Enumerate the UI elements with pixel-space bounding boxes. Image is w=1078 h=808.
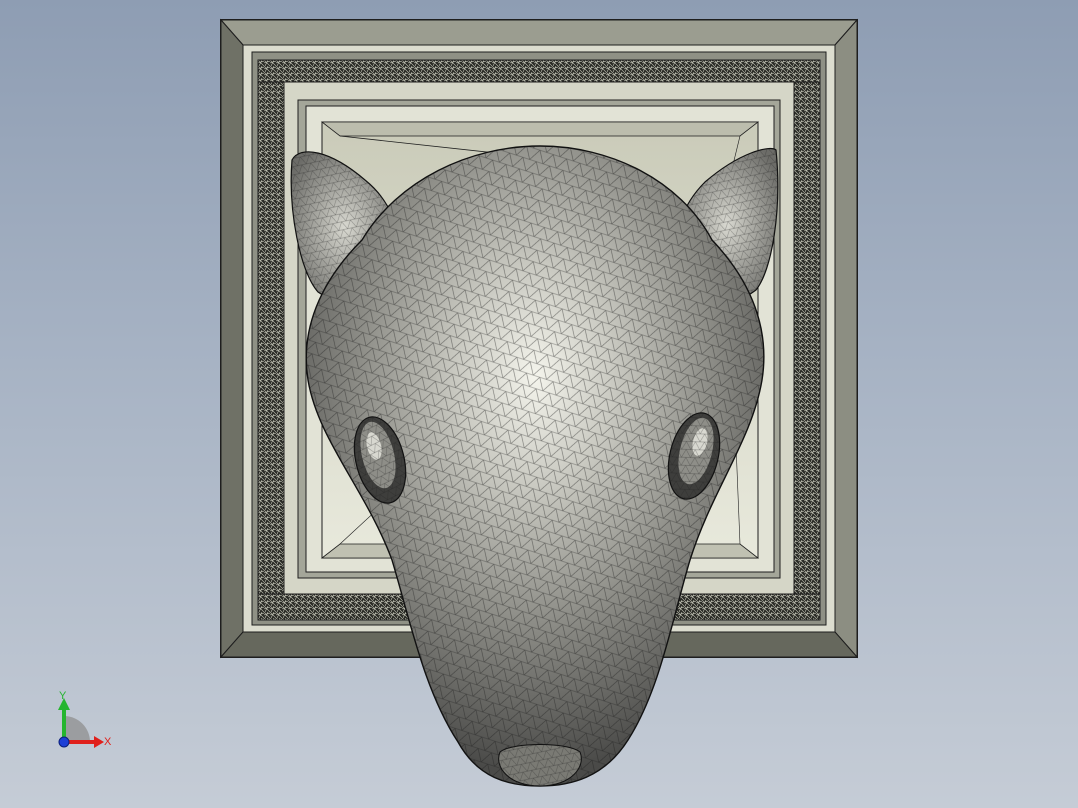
graphics-viewport[interactable]: Y X [0,0,1078,808]
mouse-head-model[interactable] [290,145,779,787]
triad-y-label: Y [59,690,67,702]
model-canvas[interactable]: Y X [0,0,1078,808]
triad-x-label: X [104,736,112,748]
coordinate-triad: Y X [58,690,112,748]
z-axis-origin [58,736,70,748]
